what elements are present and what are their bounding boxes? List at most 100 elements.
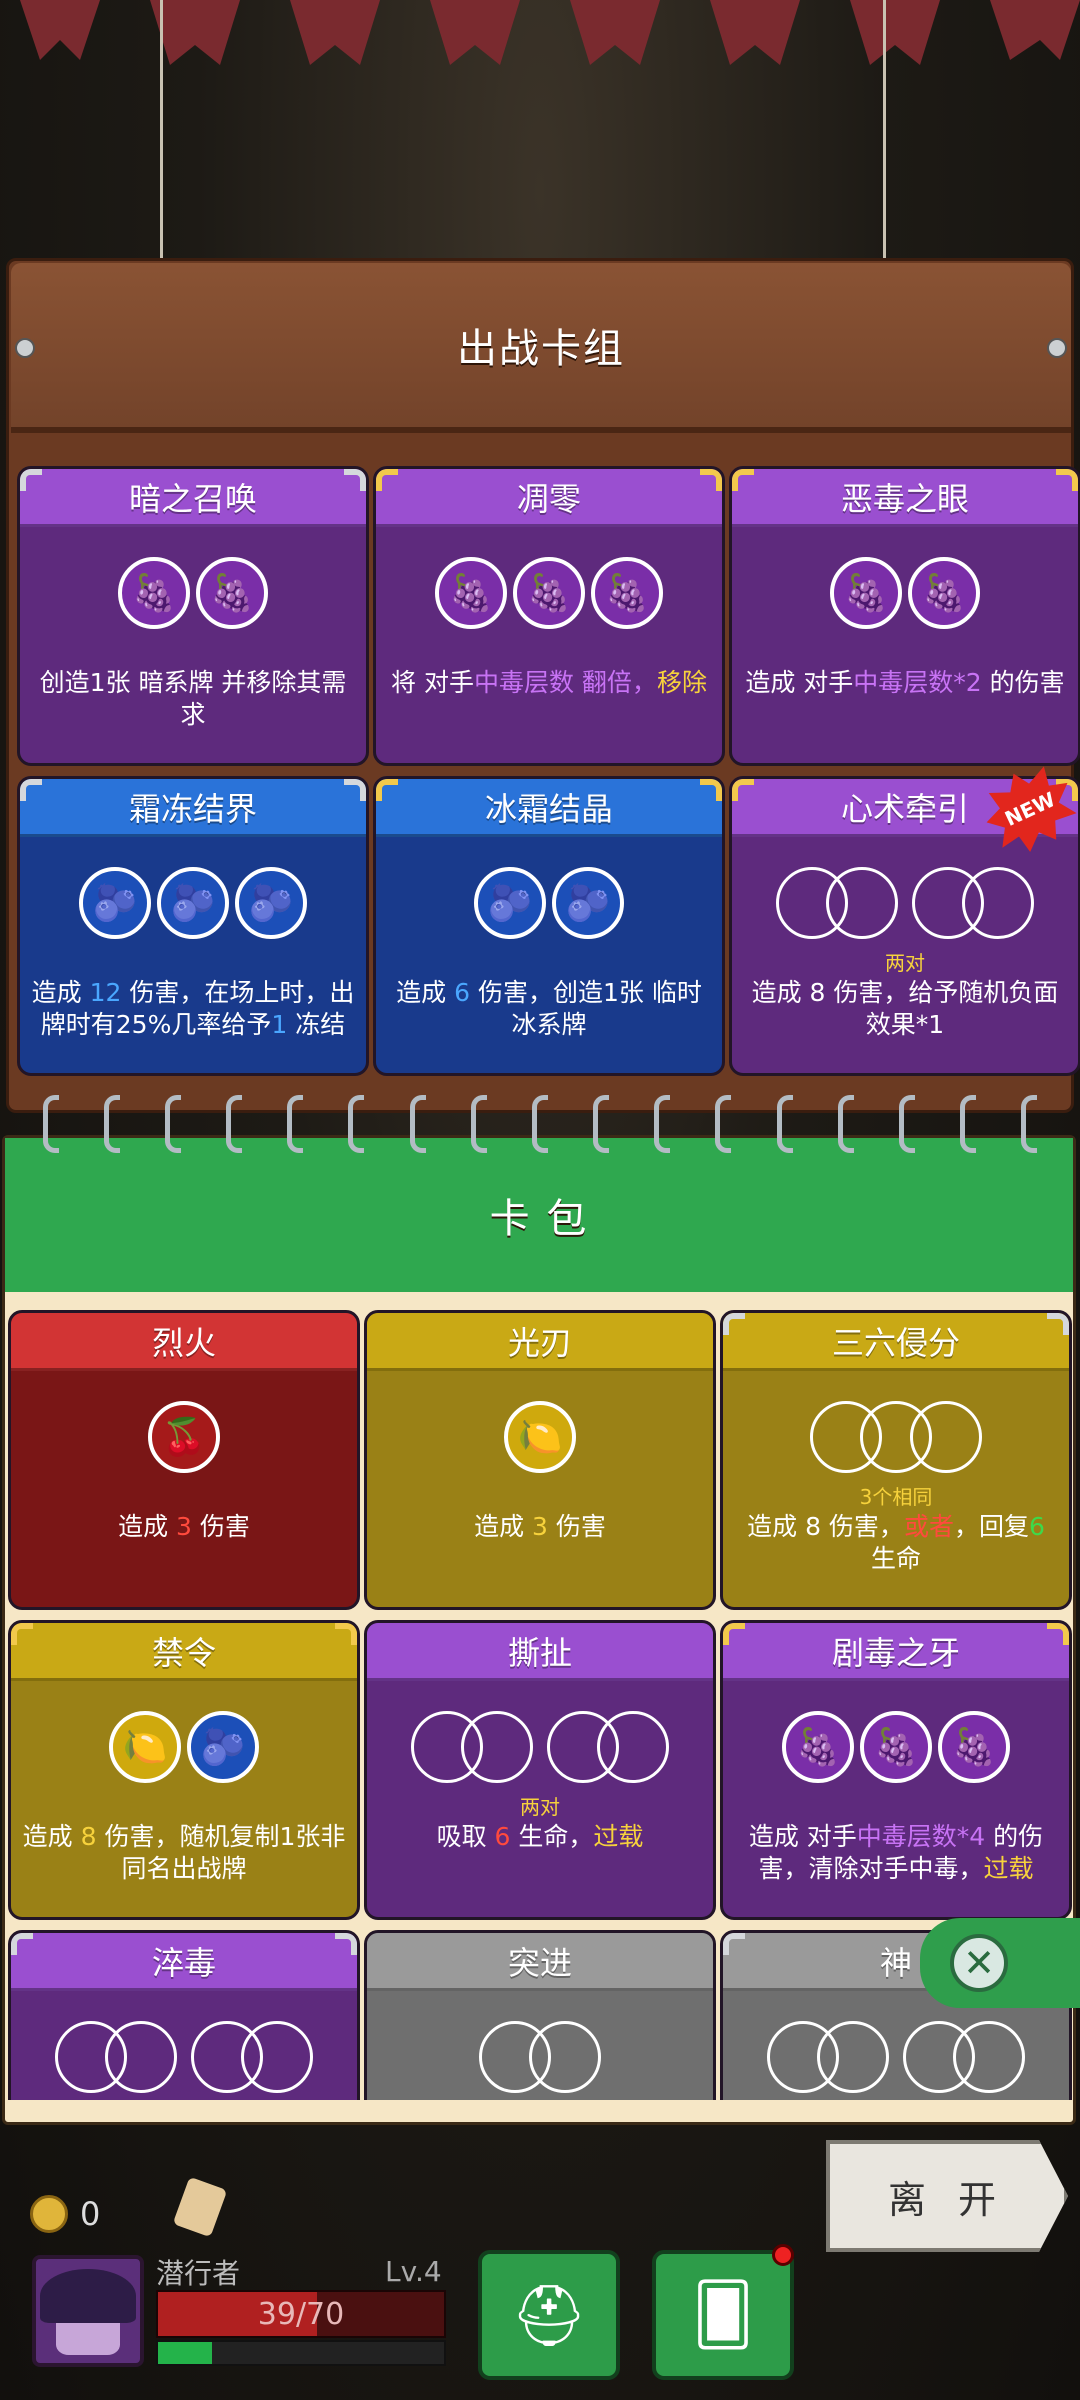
card-corner-ornament bbox=[344, 779, 366, 801]
card-description-part: 或者 bbox=[903, 1512, 954, 1541]
coin-icon bbox=[30, 2195, 68, 2233]
gold-amount: 0 bbox=[80, 2195, 101, 2233]
ring-icon bbox=[287, 1095, 304, 1153]
card-description-part: 3 bbox=[532, 1512, 548, 1541]
pack-scroll-area[interactable]: 烈火 🍒 造成 3 伤害 光刃 🍋 造成 3 伤害 三六侵分 3个相同 造成 8 伤害，或者，回… bbox=[2, 1300, 1078, 2100]
cards-icon: 🂠 bbox=[692, 2280, 754, 2350]
deck-button[interactable]: 🂠 bbox=[652, 2250, 794, 2380]
pair-slot-group bbox=[479, 2021, 601, 2093]
card-description-part: 冰系牌 bbox=[511, 1010, 587, 1039]
ring-icon bbox=[103, 1095, 120, 1153]
card[interactable]: 光刃 🍋 造成 3 伤害 bbox=[364, 1310, 716, 1610]
card[interactable]: 撕扯 两对 吸取 6 生命，过载 bbox=[364, 1620, 716, 1920]
card-description-part: ，回复 bbox=[953, 1512, 1029, 1541]
card-description-part: 8 bbox=[80, 1822, 97, 1851]
card-corner-ornament bbox=[20, 779, 42, 801]
blueberry-icon: 🫐 bbox=[474, 867, 546, 939]
card-title: 撕扯 bbox=[367, 1623, 713, 1681]
card-description-part: 创造1张 bbox=[39, 668, 139, 697]
card-description: 将 对手中毒层数 翻倍，移除 bbox=[386, 667, 712, 699]
equipment-button[interactable]: ⛑ bbox=[478, 2250, 620, 2380]
card-corner-ornament bbox=[376, 469, 398, 491]
card-description-part: 12 bbox=[89, 978, 122, 1007]
ring-icon bbox=[593, 1095, 610, 1153]
empty-slot-icon bbox=[461, 1711, 533, 1783]
card-description-part: 8 伤害， bbox=[805, 1512, 904, 1541]
card-body: 🍇 🍇 创造1张 暗系牌 并移除其需求 bbox=[20, 527, 366, 763]
ring-icon bbox=[654, 1095, 671, 1153]
pack-header: 卡 包 bbox=[5, 1138, 1073, 1298]
card-requirement-slots bbox=[723, 1401, 1069, 1473]
player-name: 潜行者 bbox=[156, 2257, 241, 2290]
card-description-part: 造成 bbox=[31, 978, 90, 1007]
card[interactable]: 突进一对 bbox=[364, 1930, 716, 2100]
card-body: 🍒 造成 3 伤害 bbox=[11, 1371, 357, 1607]
hanging-string-right bbox=[883, 0, 886, 270]
card-description-part: 造成 对手 bbox=[748, 1822, 857, 1851]
card-corner-ornament bbox=[11, 1623, 33, 1645]
card[interactable]: 霜冻结界 🫐 🫐 🫐 造成 12 伤害，在场上时，出牌时有25%几率给予1 冻结 bbox=[17, 776, 369, 1076]
card-body: 🍋 🫐 造成 8 伤害，随机复制1张非同名出战牌 bbox=[11, 1681, 357, 1917]
card[interactable]: 剧毒之牙 🍇 🍇 🍇 造成 对手中毒层数*4 的伤害，清除对手中毒，过载 bbox=[720, 1620, 1072, 1920]
card-title: 暗之召唤 bbox=[20, 469, 366, 527]
card-corner-ornament bbox=[20, 469, 42, 491]
grape-icon: 🍇 bbox=[591, 557, 663, 629]
empty-slot-icon bbox=[826, 867, 898, 939]
blueberry-icon: 🫐 bbox=[552, 867, 624, 939]
blueberry-icon: 🫐 bbox=[79, 867, 151, 939]
avatar[interactable] bbox=[32, 2255, 144, 2367]
card[interactable]: 三六侵分 3个相同 造成 8 伤害，或者，回复6 生命 bbox=[720, 1310, 1072, 1610]
card-corner-ornament bbox=[723, 1623, 745, 1645]
card[interactable]: 冰霜结晶 🫐 🫐 造成 6 伤害，创造1张 临时冰系牌 bbox=[373, 776, 725, 1076]
empty-slot-icon bbox=[597, 1711, 669, 1783]
card-description-part: 造成 bbox=[118, 1512, 177, 1541]
grape-icon: 🍇 bbox=[118, 557, 190, 629]
card[interactable]: 暗之召唤 🍇 🍇 创造1张 暗系牌 并移除其需求 bbox=[17, 466, 369, 766]
card-description: 造成 12 伤害，在场上时，出牌时有25%几率给予1 冻结 bbox=[30, 977, 356, 1041]
card[interactable]: 禁令 🍋 🫐 造成 8 伤害，随机复制1张非同名出战牌 bbox=[8, 1620, 360, 1920]
card-requirement-slots: 🫐 🫐 🫐 bbox=[20, 867, 366, 939]
ring-icon bbox=[531, 1095, 548, 1153]
card-requirement-slots: 🍇 🍇 bbox=[20, 557, 366, 629]
hanging-string-left bbox=[160, 0, 163, 270]
card-description-part: 过载 bbox=[983, 1854, 1034, 1883]
card-description: 造成 3 伤害 bbox=[21, 1511, 347, 1543]
card-description-part: 中毒层数*4 bbox=[856, 1822, 986, 1851]
leave-button[interactable]: 离 开 bbox=[826, 2140, 1068, 2252]
card-description-part: 伤害 bbox=[191, 1512, 250, 1541]
empty-slot-icon bbox=[910, 1401, 982, 1473]
card[interactable]: 凋零 🍇 🍇 🍇 将 对手中毒层数 翻倍，移除 bbox=[373, 466, 725, 766]
card-description-part: 1 bbox=[271, 1010, 288, 1039]
close-button[interactable]: ✕ bbox=[920, 1918, 1080, 2008]
card-title: 淬毒 bbox=[11, 1933, 357, 1991]
card-description-part: 伤害，随机复制1张非同名出战牌 bbox=[96, 1822, 346, 1883]
player-level: Lv.4 bbox=[385, 2255, 442, 2288]
card-description-part: 将 对手 bbox=[391, 668, 474, 697]
card-body: 两对 bbox=[11, 1991, 357, 2100]
ring-icon bbox=[348, 1095, 365, 1153]
card-title: 禁令 bbox=[11, 1623, 357, 1681]
card-requirement-slots: 🫐 🫐 bbox=[376, 867, 722, 939]
empty-slot-icon bbox=[953, 2021, 1025, 2093]
grape-icon: 🍇 bbox=[908, 557, 980, 629]
card[interactable]: 恶毒之眼 🍇 🍇 造成 对手中毒层数*2 的伤害 bbox=[729, 466, 1080, 766]
card-corner-ornament bbox=[344, 469, 366, 491]
deck-board: 出战卡组 暗之召唤 🍇 🍇 创造1张 暗系牌 并移除其需求 凋零 🍇 🍇 🍇 将 对手中毒层数 … bbox=[6, 258, 1080, 1113]
ring-icon bbox=[226, 1095, 243, 1153]
card-title: 光刃 bbox=[367, 1313, 713, 1371]
card-body: 🍇 🍇 🍇 将 对手中毒层数 翻倍，移除 bbox=[376, 527, 722, 763]
card-requirement-label: 3个相同 bbox=[859, 1485, 933, 1509]
card-body: 🍇 🍇 🍇 造成 对手中毒层数*4 的伤害，清除对手中毒，过载 bbox=[723, 1681, 1069, 1917]
card[interactable]: 烈火 🍒 造成 3 伤害 bbox=[8, 1310, 360, 1610]
card-title: 剧毒之牙 bbox=[723, 1623, 1069, 1681]
card-title: 凋零 bbox=[376, 469, 722, 527]
card-body: 3个相同 造成 8 伤害，或者，回复6 生命 bbox=[723, 1371, 1069, 1607]
card[interactable]: 淬毒两对 bbox=[8, 1930, 360, 2100]
blueberry-icon: 🫐 bbox=[235, 867, 307, 939]
card-corner-ornament bbox=[376, 779, 398, 801]
notebook-rings bbox=[0, 1095, 1080, 1155]
grape-icon: 🍇 bbox=[938, 1711, 1010, 1783]
deck-card-grid: 暗之召唤 🍇 🍇 创造1张 暗系牌 并移除其需求 凋零 🍇 🍇 🍇 将 对手中毒层数 翻倍，移除… bbox=[17, 466, 1080, 1076]
empty-slot-icon bbox=[105, 2021, 177, 2093]
card-corner-ornament bbox=[700, 779, 722, 801]
